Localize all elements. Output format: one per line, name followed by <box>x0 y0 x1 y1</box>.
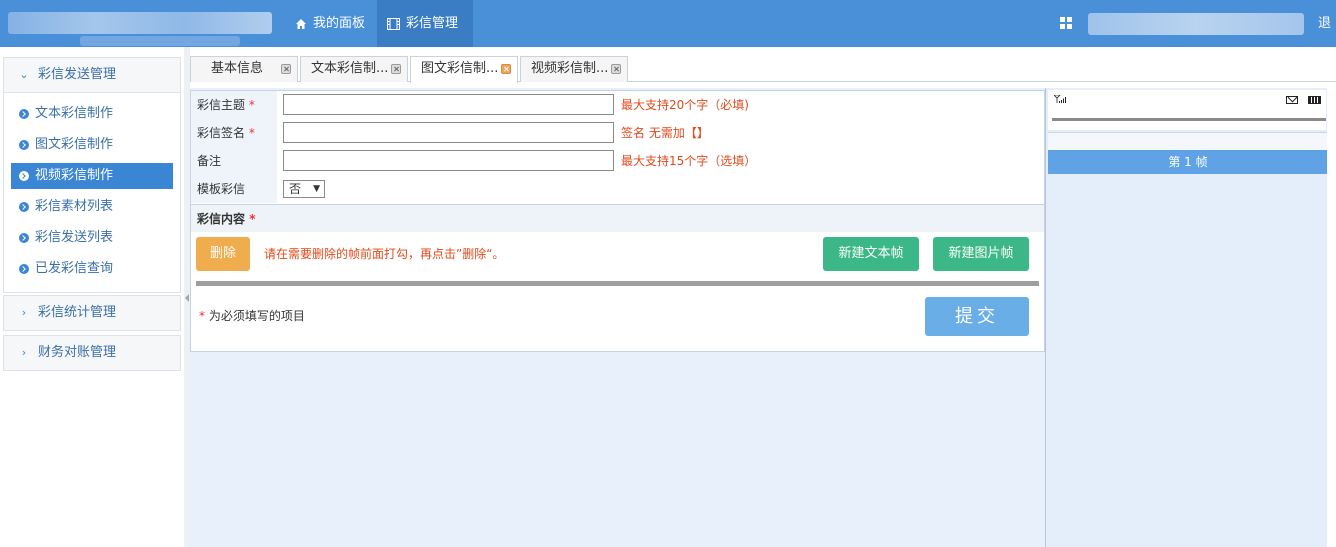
tab-basic-info[interactable]: 基本信息 <box>190 56 298 82</box>
apps-grid-icon[interactable] <box>1060 17 1072 29</box>
new-text-frame-button[interactable]: 新建文本帧 <box>823 237 919 271</box>
sidebar-item-image-mms[interactable]: 图文彩信制作 <box>11 132 173 158</box>
chevron-right-icon: › <box>21 306 27 319</box>
tab-label: 基本信息 <box>211 61 264 76</box>
logo <box>8 12 272 34</box>
circle-arrow-icon <box>19 264 29 274</box>
film-icon <box>387 17 400 30</box>
content-section-header: 彩信内容 * <box>191 204 1044 232</box>
nav-mms-management[interactable]: 彩信管理 <box>377 0 473 47</box>
logo-subtitle <box>80 36 240 46</box>
circle-arrow-icon <box>19 233 29 243</box>
sidebar-section-finance-label: 财务对账管理 <box>38 345 117 360</box>
signal-icon <box>1054 95 1066 103</box>
battery-icon <box>1308 96 1321 104</box>
tab-label: 图文彩信制... <box>421 61 499 76</box>
sidebar-item-send-list[interactable]: 彩信发送列表 <box>11 225 173 251</box>
tab-label: 视频彩信制... <box>531 61 609 76</box>
close-icon[interactable] <box>281 64 291 74</box>
subject-row: 彩信主题 * 最大支持20个字（必填) <box>191 91 1044 119</box>
signature-hint: 签名 无需加【】 <box>621 126 709 140</box>
frame-spacer <box>1048 132 1328 150</box>
sidebar-item-label: 彩信发送列表 <box>35 230 114 245</box>
tab-text-mms[interactable]: 文本彩信制... <box>300 56 408 82</box>
phone-status-divider <box>1052 118 1326 121</box>
sidebar-item-text-mms[interactable]: 文本彩信制作 <box>11 101 173 127</box>
sidebar-item-label: 已发彩信查询 <box>35 261 114 276</box>
delete-hint: 请在需要删除的帧前面打勾，再点击”删除“。 <box>264 247 505 261</box>
template-label: 模板彩信 <box>191 175 277 203</box>
home-icon <box>296 18 306 29</box>
sidebar-item-label: 视频彩信制作 <box>35 168 114 183</box>
tab-video-mms[interactable]: 视频彩信制... <box>520 56 628 82</box>
frames-divider <box>196 281 1039 286</box>
tab-image-mms[interactable]: 图文彩信制... <box>410 56 518 83</box>
remark-row: 备注 最大支持15个字（选填） <box>191 147 1044 175</box>
circle-arrow-icon <box>19 171 29 181</box>
tab-label: 文本彩信制... <box>311 61 389 76</box>
nav-dashboard-label: 我的面板 <box>313 16 366 31</box>
nav-mms-label: 彩信管理 <box>406 16 459 31</box>
tab-strip: 基本信息 文本彩信制... 图文彩信制... 视频彩信制... <box>190 56 1336 83</box>
new-image-frame-button[interactable]: 新建图片帧 <box>933 237 1029 271</box>
remark-input[interactable] <box>283 150 614 171</box>
phone-preview: 第 1 帧 <box>1045 88 1328 547</box>
sidebar: ⌄ 彩信发送管理 文本彩信制作 图文彩信制作 视频彩信制作 彩信素材列表 彩信发… <box>0 47 184 547</box>
sidebar-item-material-list[interactable]: 彩信素材列表 <box>11 194 173 220</box>
subject-input[interactable] <box>283 94 614 115</box>
circle-arrow-icon <box>19 109 29 119</box>
frame-1-header[interactable]: 第 1 帧 <box>1048 150 1328 174</box>
sidebar-section-stats[interactable]: › 彩信统计管理 <box>3 295 181 331</box>
submit-button[interactable]: 提交 <box>925 297 1029 336</box>
required-note: * 为必须填写的项目 <box>199 309 305 323</box>
phone-status-bar <box>1048 90 1326 130</box>
signature-input[interactable] <box>283 122 614 143</box>
user-info <box>1088 13 1304 35</box>
close-icon[interactable] <box>501 64 511 74</box>
circle-arrow-icon <box>19 140 29 150</box>
mms-form: 彩信主题 * 最大支持20个字（必填) 彩信签名 * 签名 无需加【】 备注 最… <box>190 90 1045 352</box>
subject-hint: 最大支持20个字（必填) <box>621 98 749 112</box>
template-select-value: 否 <box>289 182 302 196</box>
sidebar-item-label: 图文彩信制作 <box>35 137 114 152</box>
sidebar-item-video-mms[interactable]: 视频彩信制作 <box>11 163 173 189</box>
page-edge <box>1327 88 1336 547</box>
top-bar: 我的面板 彩信管理 退 <box>0 0 1336 47</box>
collapse-arrow-icon[interactable] <box>185 294 189 302</box>
signature-label: 彩信签名 * <box>191 119 277 147</box>
sidebar-section-stats-label: 彩信统计管理 <box>38 305 117 320</box>
close-icon[interactable] <box>611 64 621 74</box>
sidebar-section-send[interactable]: ⌄ 彩信发送管理 <box>3 57 181 93</box>
logout-link[interactable]: 退 <box>1318 0 1331 47</box>
chevron-right-icon: › <box>21 346 27 359</box>
sidebar-item-sent-query[interactable]: 已发彩信查询 <box>11 256 173 282</box>
nav-dashboard[interactable]: 我的面板 <box>285 0 377 47</box>
dropdown-arrow-icon: ▼ <box>313 184 320 194</box>
remark-hint: 最大支持15个字（选填） <box>621 154 757 168</box>
circle-arrow-icon <box>19 202 29 212</box>
mail-icon <box>1286 96 1298 104</box>
remark-label: 备注 <box>191 147 277 175</box>
chevron-down-icon: ⌄ <box>19 68 29 81</box>
delete-frame-button[interactable]: 删除 <box>196 237 250 271</box>
signature-row: 彩信签名 * 签名 无需加【】 <box>191 119 1044 147</box>
sidebar-section-finance[interactable]: › 财务对账管理 <box>3 335 181 371</box>
template-row: 模板彩信 否 ▼ <box>191 175 1044 203</box>
close-icon[interactable] <box>391 64 401 74</box>
template-select[interactable]: 否 ▼ <box>283 180 325 198</box>
sidebar-section-send-label: 彩信发送管理 <box>38 67 117 82</box>
subject-label: 彩信主题 * <box>191 91 277 119</box>
sidebar-item-label: 彩信素材列表 <box>35 199 114 214</box>
sidebar-item-label: 文本彩信制作 <box>35 106 114 121</box>
